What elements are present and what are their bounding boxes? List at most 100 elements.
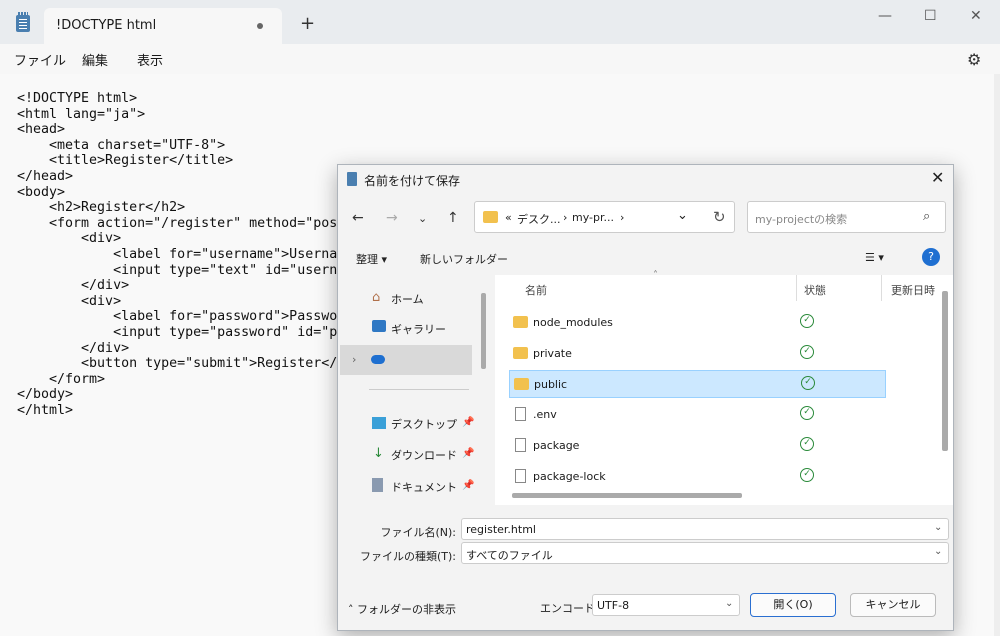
sidebar-item-documents[interactable]: ドキュメント	[391, 479, 457, 495]
forward-icon[interactable]: →	[386, 210, 398, 226]
file-icon	[515, 438, 526, 452]
menu-edit[interactable]: 編集	[82, 50, 108, 69]
search-input[interactable]: my-projectの検索	[755, 211, 847, 227]
dialog-close-button[interactable]: ✕	[931, 168, 944, 187]
folder-icon	[514, 378, 529, 390]
filetype-value: すべてのファイル	[466, 549, 553, 562]
filename-field[interactable]: register.html ⌄	[461, 518, 949, 540]
editor-content[interactable]: <!DOCTYPE html> <html lang="ja"> <head> …	[17, 91, 345, 418]
sync-status-icon: ✓	[800, 406, 814, 420]
sort-up-icon: ˄	[653, 270, 658, 281]
column-divider[interactable]	[796, 275, 797, 301]
file-name: public	[534, 378, 568, 391]
pin-icon: 📌	[462, 448, 475, 459]
menu-bar: ファイル 編集 表示 ⚙	[0, 44, 1000, 74]
notepad-icon	[347, 172, 357, 186]
folder-icon	[483, 211, 498, 223]
hide-folders-toggle[interactable]: ˄ フォルダーの非表示	[348, 601, 456, 617]
hide-folders-label: フォルダーの非表示	[357, 603, 456, 616]
file-name: node_modules	[533, 316, 613, 329]
gallery-icon	[372, 320, 386, 332]
home-icon: ⌂	[372, 290, 381, 305]
chevron-down-icon[interactable]: ⌄	[934, 546, 942, 557]
list-item[interactable]: package-lock ✓	[509, 463, 886, 491]
back-icon[interactable]: ←	[352, 210, 364, 226]
chevron-up-icon: ˄	[348, 603, 354, 616]
open-button[interactable]: 開く(O)	[750, 593, 836, 617]
sidebar-item-onedrive[interactable]	[340, 345, 472, 375]
sync-status-icon: ✓	[800, 314, 814, 328]
filename-input[interactable]: register.html	[466, 523, 536, 536]
minimize-button[interactable]: —	[878, 8, 892, 24]
editor-scrollbar[interactable]	[994, 74, 1000, 636]
pin-icon: 📌	[462, 480, 475, 491]
refresh-icon[interactable]: ↻	[713, 208, 726, 226]
notepad-icon	[16, 12, 30, 32]
maximize-button[interactable]: ☐	[924, 8, 937, 24]
sidebar-item-home[interactable]: ホーム	[391, 291, 424, 307]
list-item[interactable]: .env ✓	[509, 401, 886, 429]
recent-dropdown-icon[interactable]: ⌄	[418, 212, 427, 225]
filetype-label: ファイルの種類(T):	[359, 550, 456, 563]
gear-icon[interactable]: ⚙	[967, 50, 981, 69]
tab-title: !DOCTYPE html	[56, 18, 157, 33]
tab-document[interactable]: !DOCTYPE html	[44, 8, 282, 44]
chevron-down-icon[interactable]: ⌄	[934, 522, 942, 533]
encoding-select[interactable]: UTF-8 ⌄	[592, 594, 740, 616]
search-icon[interactable]: ⌕	[923, 209, 930, 224]
divider	[369, 389, 469, 390]
sync-status-icon: ✓	[800, 468, 814, 482]
filename-label: ファイル名(N):	[380, 526, 456, 539]
sync-status-icon: ✓	[800, 437, 814, 451]
new-tab-button[interactable]: +	[300, 13, 315, 34]
column-modified[interactable]: 更新日時	[891, 282, 935, 298]
desktop-icon	[372, 417, 386, 429]
list-item[interactable]: package ✓	[509, 432, 886, 460]
list-item[interactable]: private ✓	[509, 340, 886, 368]
folder-icon	[513, 316, 528, 328]
sidebar-item-downloads[interactable]: ダウンロード	[391, 447, 457, 463]
dialog-title: 名前を付けて保存	[364, 174, 461, 188]
expand-icon[interactable]: ›	[352, 353, 356, 366]
unsaved-dot-icon[interactable]	[257, 23, 263, 29]
sync-status-icon: ✓	[801, 376, 815, 390]
breadcrumb-desktop[interactable]: デスク...	[517, 211, 561, 227]
close-button[interactable]: ✕	[970, 8, 982, 24]
filetype-select[interactable]: すべてのファイル ⌄	[461, 542, 949, 564]
column-name[interactable]: 名前	[525, 282, 547, 298]
breadcrumb-separator: ›	[563, 211, 568, 224]
menu-view[interactable]: 表示	[137, 50, 163, 69]
search-box[interactable]: my-projectの検索 ⌕	[747, 201, 946, 233]
column-divider[interactable]	[881, 275, 882, 301]
cancel-button[interactable]: キャンセル	[850, 593, 936, 617]
navigation-pane: ⌂ ホーム ギャラリー › デスクトップ 📌 ↓ ダウンロード 📌 ドキュメント…	[339, 275, 494, 505]
breadcrumb-separator: ›	[620, 211, 625, 224]
organize-button[interactable]: 整理 ▾	[356, 251, 387, 267]
download-icon: ↓	[373, 446, 384, 461]
sidebar-item-desktop[interactable]: デスクトップ	[391, 416, 457, 432]
address-bar[interactable]: « デスク... › my-pr... › ⌄	[474, 201, 735, 233]
column-status[interactable]: 状態	[804, 282, 826, 298]
breadcrumb-project[interactable]: my-pr...	[572, 211, 614, 224]
list-scrollbar-horizontal[interactable]	[512, 493, 742, 498]
file-name: private	[533, 347, 572, 360]
list-scrollbar-vertical[interactable]	[942, 291, 948, 451]
help-icon[interactable]: ?	[922, 248, 940, 266]
breadcrumb-chevron[interactable]: «	[505, 211, 512, 224]
list-item-selected[interactable]: public ✓	[509, 370, 886, 398]
sidebar-scrollbar[interactable]	[481, 293, 486, 369]
file-name: .env	[533, 408, 557, 421]
view-options-button[interactable]: ☰ ▾	[865, 251, 884, 264]
list-item[interactable]: node_modules ✓	[509, 309, 886, 337]
address-dropdown-icon[interactable]: ⌄	[677, 208, 688, 223]
encoding-value: UTF-8	[597, 599, 630, 612]
pin-icon: 📌	[462, 417, 475, 428]
up-icon[interactable]: ↑	[447, 210, 459, 226]
save-as-dialog: 名前を付けて保存 ✕ ← → ⌄ ↑ « デスク... › my-pr... ›…	[337, 164, 954, 631]
chevron-down-icon[interactable]: ⌄	[725, 598, 733, 609]
sidebar-item-gallery[interactable]: ギャラリー	[391, 321, 446, 337]
menu-file[interactable]: ファイル	[14, 50, 66, 69]
new-folder-button[interactable]: 新しいフォルダー	[420, 251, 508, 267]
document-icon	[372, 478, 383, 492]
file-icon	[515, 469, 526, 483]
